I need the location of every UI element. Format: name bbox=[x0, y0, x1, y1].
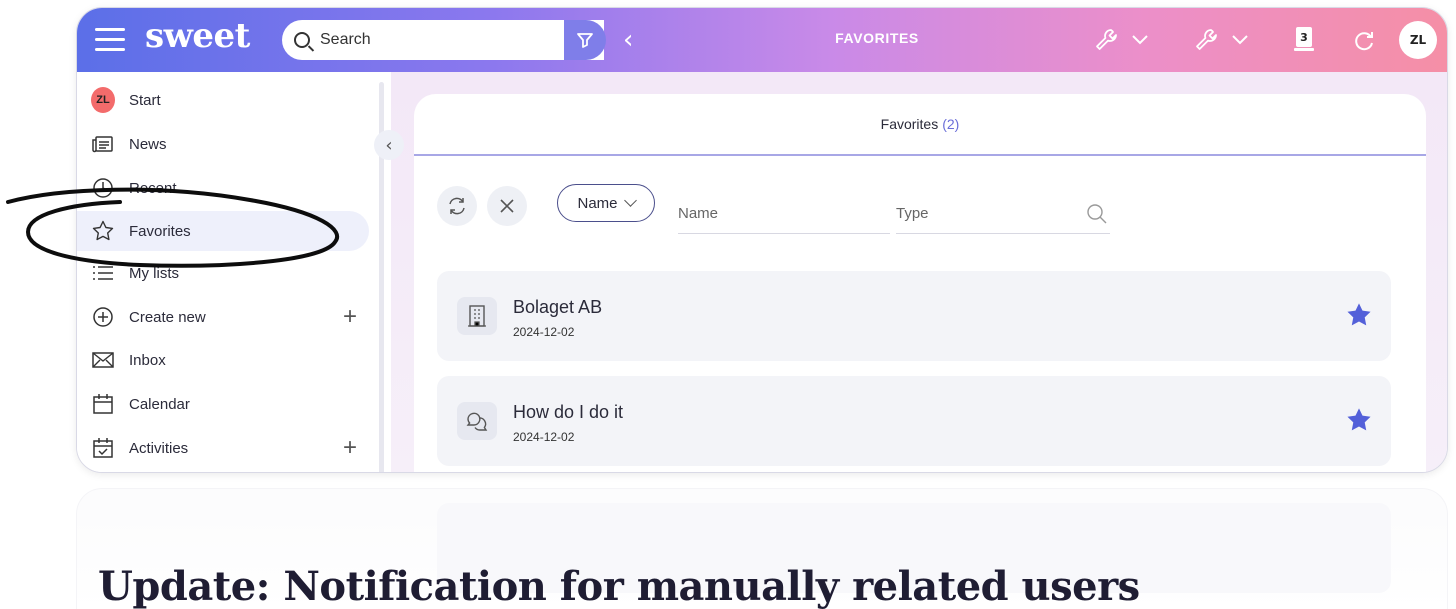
top-bar: sweet ‹ FAVORITES 3 ZL bbox=[77, 8, 1447, 72]
type-filter-placeholder: Type bbox=[896, 205, 929, 222]
chevron-down-icon bbox=[1232, 35, 1248, 45]
sidebar-item-activities[interactable]: Activities + bbox=[77, 428, 369, 468]
sidebar-item-create-new[interactable]: Create new + bbox=[77, 297, 369, 337]
sidebar-item-label: Create new bbox=[129, 308, 206, 326]
sidebar-item-news[interactable]: News bbox=[77, 124, 369, 164]
news-icon bbox=[91, 133, 115, 155]
sidebar-item-label: Favorites bbox=[129, 222, 191, 240]
favorite-card[interactable]: How do I do it 2024-12-02 bbox=[437, 376, 1391, 466]
star-filled-icon[interactable] bbox=[1345, 301, 1373, 329]
sidebar-item-my-lists[interactable]: My lists bbox=[77, 253, 369, 293]
filter-icon bbox=[577, 33, 593, 48]
chevron-down-icon bbox=[623, 194, 637, 207]
sidebar-item-label: Start bbox=[129, 91, 161, 109]
type-filter-field[interactable]: Type bbox=[896, 194, 1110, 234]
card-title: Bolaget AB bbox=[513, 297, 603, 317]
star-filled-icon[interactable] bbox=[1345, 406, 1373, 434]
filter-button[interactable] bbox=[564, 20, 606, 60]
back-button[interactable]: ‹ bbox=[623, 26, 643, 54]
avatar-icon: ZL bbox=[91, 87, 115, 113]
sidebar-item-label: Recent bbox=[129, 179, 177, 197]
wrench-icon bbox=[1196, 29, 1217, 50]
add-icon[interactable]: + bbox=[343, 303, 357, 331]
sort-dropdown[interactable]: Name bbox=[557, 184, 655, 222]
tools-menu-button[interactable] bbox=[1091, 24, 1151, 56]
chat-icon bbox=[457, 402, 497, 440]
main-content: Favorites (2) Name Name Type Bolaget AB … bbox=[391, 72, 1447, 472]
collapse-sidebar-button[interactable]: ‹ bbox=[374, 130, 404, 160]
list-icon bbox=[91, 262, 115, 284]
card-title: How do I do it bbox=[513, 402, 624, 422]
reload-button[interactable] bbox=[437, 186, 477, 226]
clock-icon bbox=[91, 177, 115, 199]
sidebar-item-recent[interactable]: Recent bbox=[77, 168, 369, 208]
refresh-button[interactable] bbox=[1351, 24, 1377, 56]
add-icon[interactable]: + bbox=[343, 434, 357, 462]
card-date: 2024-12-02 bbox=[513, 430, 575, 444]
chevron-down-icon bbox=[1132, 35, 1148, 45]
name-filter-field[interactable]: Name bbox=[678, 194, 890, 234]
plus-circle-icon bbox=[91, 306, 115, 328]
sidebar-item-favorites[interactable]: Favorites bbox=[77, 211, 369, 251]
panel-title: Favorites bbox=[880, 116, 939, 132]
name-filter-placeholder: Name bbox=[678, 205, 719, 222]
sidebar-item-calendar[interactable]: Calendar bbox=[77, 384, 369, 424]
search-input[interactable] bbox=[320, 31, 560, 49]
sidebar: ZL Start News Recent Favorites My lists … bbox=[77, 72, 381, 472]
close-icon bbox=[500, 199, 514, 213]
search-icon[interactable] bbox=[1086, 203, 1108, 225]
user-avatar[interactable]: ZL bbox=[1399, 21, 1437, 59]
sidebar-item-start[interactable]: ZL Start bbox=[77, 80, 369, 120]
notification-icon: 3 bbox=[1294, 27, 1314, 53]
sidebar-item-label: Inbox bbox=[129, 351, 166, 369]
sort-label: Name bbox=[577, 194, 618, 212]
activities-icon bbox=[91, 437, 115, 459]
sidebar-item-label: Calendar bbox=[129, 395, 190, 413]
mail-icon bbox=[91, 349, 115, 371]
sidebar-item-label: News bbox=[129, 135, 167, 153]
favorites-count: (2) bbox=[942, 116, 960, 132]
sync-icon bbox=[449, 197, 465, 215]
notifications-button[interactable]: 3 bbox=[1289, 24, 1319, 56]
card-date: 2024-12-02 bbox=[513, 325, 575, 339]
sidebar-item-inbox[interactable]: Inbox bbox=[77, 340, 369, 380]
sidebar-item-label: My lists bbox=[129, 264, 179, 282]
menu-icon[interactable] bbox=[95, 28, 125, 52]
app-window: sweet ‹ FAVORITES 3 ZL bbox=[76, 7, 1448, 473]
clear-button[interactable] bbox=[487, 186, 527, 226]
app-logo[interactable]: sweet bbox=[145, 16, 250, 56]
favorites-panel: Favorites (2) Name Name Type Bolaget AB … bbox=[414, 94, 1426, 472]
search-box[interactable] bbox=[282, 20, 604, 60]
headline: Update: Notification for manually relate… bbox=[98, 563, 1140, 609]
star-outline-icon bbox=[91, 220, 115, 242]
calendar-icon bbox=[91, 393, 115, 415]
panel-header: Favorites (2) bbox=[414, 94, 1426, 156]
tools-menu-button-2[interactable] bbox=[1191, 24, 1251, 56]
search-icon bbox=[294, 32, 310, 48]
page-title: FAVORITES bbox=[835, 30, 919, 46]
wrench-icon bbox=[1096, 29, 1117, 50]
refresh-icon bbox=[1355, 32, 1373, 51]
favorite-card[interactable]: Bolaget AB 2024-12-02 bbox=[437, 271, 1391, 361]
sidebar-item-label: Activities bbox=[129, 439, 189, 457]
building-icon bbox=[457, 297, 497, 335]
notification-count: 3 bbox=[1296, 27, 1312, 47]
